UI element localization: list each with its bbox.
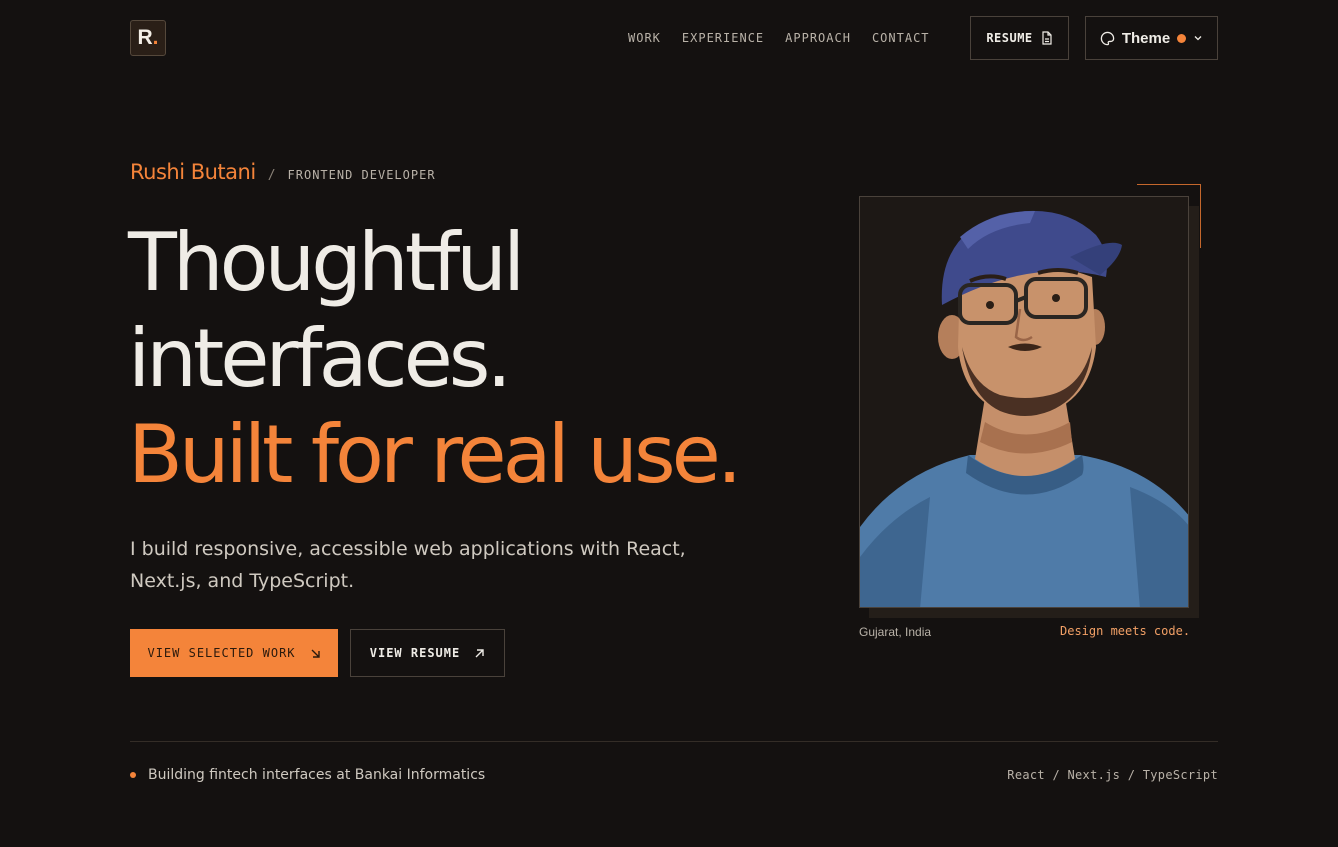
headline-line-1: Thoughtful bbox=[128, 216, 525, 309]
arrow-up-right-icon bbox=[475, 648, 484, 657]
section-divider bbox=[130, 741, 1218, 742]
portrait-illustration bbox=[859, 196, 1189, 608]
headline-line-2: interfaces. bbox=[128, 312, 512, 405]
nav-link-work[interactable]: WORK bbox=[628, 31, 661, 45]
hero-description: I build responsive, accessible web appli… bbox=[130, 538, 686, 592]
hero-name: Rushi Butani bbox=[130, 160, 256, 184]
portrait-tagline: Design meets code. bbox=[1060, 624, 1191, 638]
view-selected-work-label: VIEW SELECTED WORK bbox=[147, 646, 296, 660]
tech-stack: React / Next.js / TypeScript bbox=[1007, 768, 1218, 782]
chevron-down-icon bbox=[1194, 36, 1202, 41]
status-dot bbox=[130, 772, 136, 778]
theme-button-label: Theme bbox=[1121, 29, 1171, 47]
hero-eyebrow: Rushi Butani / FRONTEND DEVELOPER bbox=[130, 160, 436, 184]
current-status: Building fintech interfaces at Bankai In… bbox=[130, 767, 485, 783]
view-resume-label: VIEW RESUME bbox=[369, 646, 461, 660]
hero-headline: Thoughtful interfaces. Built for real us… bbox=[128, 215, 742, 503]
nav-link-contact[interactable]: CONTACT bbox=[872, 31, 930, 45]
portrait-svg bbox=[860, 197, 1188, 607]
hero-separator: / bbox=[267, 168, 276, 183]
nav-link-approach[interactable]: APPROACH bbox=[785, 31, 851, 45]
logo-dot: . bbox=[152, 26, 159, 49]
view-resume-button[interactable]: VIEW RESUME bbox=[350, 629, 505, 677]
main-nav: WORK EXPERIENCE APPROACH CONTACT bbox=[628, 31, 930, 45]
headline-line-3: Built for real use. bbox=[128, 408, 742, 501]
status-text: Building fintech interfaces at Bankai In… bbox=[148, 767, 486, 783]
document-icon bbox=[1042, 31, 1052, 45]
arrow-down-right-icon bbox=[311, 649, 320, 658]
view-selected-work-button[interactable]: VIEW SELECTED WORK bbox=[130, 629, 338, 677]
resume-button[interactable]: RESUME bbox=[970, 16, 1069, 60]
theme-indicator bbox=[1177, 33, 1187, 43]
resume-button-label: RESUME bbox=[986, 31, 1033, 45]
logo[interactable]: R. bbox=[130, 20, 166, 56]
palette-icon bbox=[1100, 31, 1115, 45]
logo-letter: R bbox=[137, 26, 153, 49]
nav-link-experience[interactable]: EXPERIENCE bbox=[682, 31, 764, 45]
theme-button[interactable]: Theme bbox=[1085, 16, 1218, 60]
portrait-location: Gujarat, India bbox=[859, 625, 932, 639]
hero-role: FRONTEND DEVELOPER bbox=[287, 168, 436, 182]
